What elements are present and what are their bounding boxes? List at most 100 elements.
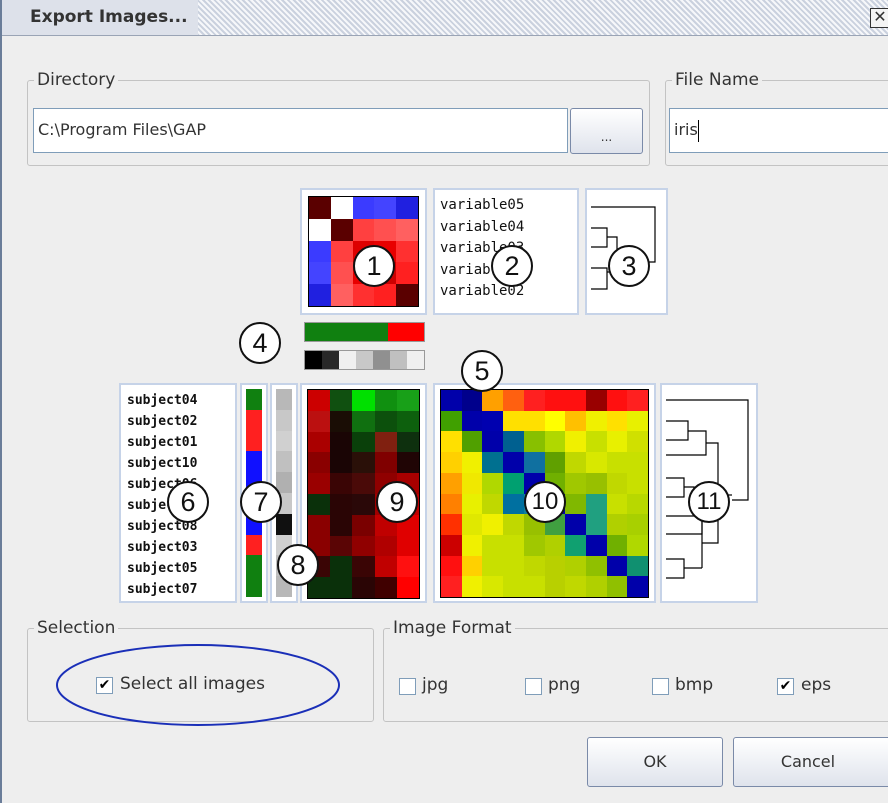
data-heatmap-cell xyxy=(396,535,419,557)
distance-heatmap-cell xyxy=(606,452,628,473)
distance-heatmap-cell xyxy=(523,452,545,473)
distance-heatmap-cell xyxy=(503,431,524,453)
subject-label: subject05 xyxy=(127,561,198,576)
distance-heatmap-cell xyxy=(627,472,648,494)
directory-input[interactable]: C:\Program Files\GAP xyxy=(33,108,568,153)
data-heatmap-cell xyxy=(374,577,397,598)
distance-heatmap-cell xyxy=(441,390,462,411)
distance-heatmap-cell xyxy=(503,410,524,432)
callout-9: 9 xyxy=(376,481,418,523)
distance-heatmap-cell xyxy=(585,514,607,535)
variable-heatmap-cell xyxy=(374,218,397,241)
distance-heatmap-cell xyxy=(523,431,545,453)
data-heatmap-cell xyxy=(352,556,375,578)
title-bar[interactable]: Export Images... ✕ xyxy=(2,0,888,36)
distance-heatmap-cell xyxy=(627,534,648,556)
cancel-button[interactable]: Cancel xyxy=(733,737,888,787)
distance-heatmap-cell xyxy=(585,493,607,515)
distance-heatmap-cell xyxy=(441,493,462,515)
eps-label[interactable]: eps xyxy=(801,675,831,695)
jpg-checkbox[interactable] xyxy=(399,678,416,695)
data-heatmap-cell xyxy=(396,410,419,432)
variable-heatmap-cell xyxy=(396,218,418,241)
distance-heatmap-cell xyxy=(627,493,648,515)
browse-button[interactable]: ... xyxy=(570,108,643,154)
callout-8: 8 xyxy=(277,544,319,586)
color-scale-segment xyxy=(328,323,341,341)
close-icon[interactable]: ✕ xyxy=(870,8,888,28)
variable-heatmap-cell xyxy=(374,197,397,219)
distance-heatmap-cell xyxy=(565,534,586,556)
data-heatmap-cell xyxy=(330,493,353,515)
distance-heatmap-cell xyxy=(461,390,483,411)
variable-heatmap-cell xyxy=(352,284,375,306)
subject-group-cell xyxy=(246,389,262,410)
distance-heatmap-cell xyxy=(627,390,648,411)
distance-heatmap-cell xyxy=(585,410,607,432)
distance-heatmap-cell xyxy=(606,534,628,556)
distance-heatmap-cell xyxy=(503,534,524,556)
distance-heatmap-cell xyxy=(503,493,524,515)
eps-checkbox[interactable]: ✔ xyxy=(777,678,794,695)
gray-scale-segment xyxy=(305,351,322,369)
window-title: Export Images... xyxy=(2,0,198,35)
distance-heatmap-cell xyxy=(482,493,504,515)
variable-heatmap-cell xyxy=(309,218,331,241)
data-heatmap-cell xyxy=(352,535,375,557)
gray-scale-segment xyxy=(322,351,339,369)
data-heatmap-cell xyxy=(330,577,353,598)
distance-heatmap-cell xyxy=(441,410,462,432)
variable-heatmap-cell xyxy=(309,197,331,219)
subject-group-cell xyxy=(246,576,262,597)
data-heatmap-cell xyxy=(308,390,331,411)
subject-label: subject10 xyxy=(127,456,198,471)
distance-heatmap-cell xyxy=(544,555,566,577)
distance-heatmap-cell xyxy=(606,431,628,453)
data-heatmap-cell xyxy=(308,493,331,515)
browse-button-label: ... xyxy=(600,130,613,144)
variable-heatmap-cell xyxy=(330,197,353,219)
data-heatmap-cell xyxy=(352,390,375,411)
ok-button[interactable]: OK xyxy=(587,737,723,787)
distance-heatmap-cell xyxy=(482,390,504,411)
data-heatmap-cell xyxy=(396,452,419,474)
export-images-dialog: Export Images... ✕ Directory C:\Program … xyxy=(0,0,888,803)
distance-heatmap-cell xyxy=(441,472,462,494)
callout-10: 10 xyxy=(524,481,566,523)
data-heatmap-cell xyxy=(330,535,353,557)
distance-heatmap-cell xyxy=(461,472,483,494)
gray-color-scale xyxy=(304,350,425,370)
callout-6: 6 xyxy=(167,481,209,523)
data-heatmap-cell xyxy=(352,493,375,515)
distance-heatmap-cell xyxy=(461,410,483,432)
bmp-checkbox[interactable] xyxy=(652,678,669,695)
file-name-input[interactable]: iris xyxy=(669,108,888,153)
data-heatmap-cell xyxy=(374,410,397,432)
distance-heatmap-cell xyxy=(482,472,504,494)
distance-heatmap-cell xyxy=(482,452,504,473)
callout-3: 3 xyxy=(608,245,650,287)
png-label[interactable]: png xyxy=(548,675,580,695)
variable-heatmap-cell xyxy=(396,262,418,285)
distance-heatmap-cell xyxy=(544,431,566,453)
distance-heatmap-cell xyxy=(606,514,628,535)
distance-heatmap-cell xyxy=(503,576,524,597)
distance-heatmap-cell xyxy=(482,534,504,556)
distance-heatmap-cell xyxy=(461,576,483,597)
data-heatmap-cell xyxy=(352,410,375,432)
bmp-label[interactable]: bmp xyxy=(675,675,713,695)
distance-heatmap-cell xyxy=(441,534,462,556)
png-checkbox[interactable] xyxy=(525,678,542,695)
distance-heatmap-cell xyxy=(441,576,462,597)
data-heatmap-cell xyxy=(396,577,419,598)
jpg-label[interactable]: jpg xyxy=(422,675,448,695)
distance-heatmap-cell xyxy=(482,431,504,453)
data-heatmap-cell xyxy=(352,577,375,598)
distance-heatmap-cell xyxy=(606,555,628,577)
distance-heatmap-cell xyxy=(565,452,586,473)
image-format-group-label: Image Format xyxy=(390,618,515,638)
distance-heatmap-cell xyxy=(544,390,566,411)
variable-heatmap-cell xyxy=(330,262,353,285)
distance-heatmap-cell xyxy=(627,555,648,577)
directory-group-label: Directory xyxy=(34,70,119,90)
